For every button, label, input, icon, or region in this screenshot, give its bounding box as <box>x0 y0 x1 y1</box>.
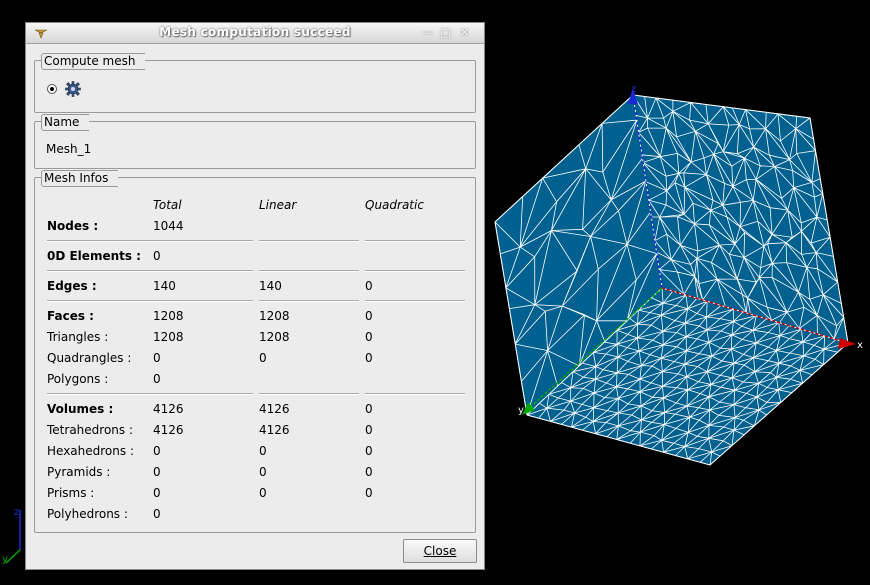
row-value-quadratic: 0 <box>365 465 373 479</box>
row-separator <box>259 270 359 272</box>
mesh-infos-label: Mesh Infos <box>41 170 119 187</box>
column-header-quadratic: Quadratic <box>365 198 424 212</box>
row-value-total: 1208 <box>153 330 184 344</box>
compute-mesh-radio[interactable] <box>47 84 57 94</box>
row-label: Faces : <box>47 309 94 323</box>
row-label: Nodes : <box>47 219 99 233</box>
row-value-total: 4126 <box>153 402 184 416</box>
row-label: Triangles : <box>47 330 109 344</box>
row-value-quadratic: 0 <box>365 486 373 500</box>
row-separator <box>47 270 253 272</box>
maximize-icon[interactable]: □ <box>439 26 452 39</box>
row-label: Hexahedrons : <box>47 444 134 458</box>
row-value-quadratic: 0 <box>365 423 373 437</box>
row-value-linear: 140 <box>259 279 282 293</box>
row-separator <box>365 393 465 395</box>
row-value-quadratic: 0 <box>365 279 373 293</box>
triad-label-y: y <box>2 554 8 565</box>
gear-icon <box>65 81 81 97</box>
row-label: Edges : <box>47 279 97 293</box>
row-value-total: 0 <box>153 249 161 263</box>
dialog-title: Mesh computation succeed <box>159 25 351 39</box>
close-button-label: Close <box>423 544 457 558</box>
row-value-total: 0 <box>153 372 161 386</box>
mesh-infos-group: Mesh Infos Total Linear Quadratic Nodes … <box>34 170 476 533</box>
row-value-total: 1044 <box>153 219 184 233</box>
row-label: Volumes : <box>47 402 114 416</box>
mesh-cube <box>494 94 849 466</box>
row-label: Tetrahedrons : <box>47 423 133 437</box>
row-value-total: 0 <box>153 486 161 500</box>
row-label: Polygons : <box>47 372 109 386</box>
column-header-linear: Linear <box>259 198 297 212</box>
row-separator <box>47 240 253 242</box>
row-value-quadratic: 0 <box>365 309 373 323</box>
row-value-total: 140 <box>153 279 176 293</box>
row-label: Polyhedrons : <box>47 507 128 521</box>
axis-label-x: x <box>857 340 863 351</box>
row-value-linear: 1208 <box>259 330 290 344</box>
row-label: 0D Elements : <box>47 249 141 263</box>
row-value-total: 0 <box>153 351 161 365</box>
row-separator <box>259 393 359 395</box>
row-value-linear: 4126 <box>259 402 290 416</box>
compute-mesh-group: Compute mesh <box>34 53 476 113</box>
name-label: Name <box>41 114 90 131</box>
row-value-linear: 0 <box>259 351 267 365</box>
row-value-total: 0 <box>153 507 161 521</box>
row-value-linear: 0 <box>259 465 267 479</box>
compute-mesh-label: Compute mesh <box>41 53 146 70</box>
row-value-linear: 0 <box>259 444 267 458</box>
row-label: Pyramids : <box>47 465 111 479</box>
row-separator <box>259 300 359 302</box>
row-separator <box>365 270 465 272</box>
row-value-total: 0 <box>153 444 161 458</box>
minimize-icon[interactable]: — <box>421 26 434 39</box>
column-header-total: Total <box>153 198 182 212</box>
row-separator <box>47 393 253 395</box>
row-value-linear: 1208 <box>259 309 290 323</box>
row-separator <box>259 240 359 242</box>
row-value-total: 0 <box>153 465 161 479</box>
row-label: Prisms : <box>47 486 95 500</box>
axis-label-y: y <box>518 405 524 416</box>
row-label: Quadrangles : <box>47 351 132 365</box>
row-value-quadratic: 0 <box>365 351 373 365</box>
row-value-linear: 4126 <box>259 423 290 437</box>
row-value-total: 1208 <box>153 309 184 323</box>
mesh-name-value: Mesh_1 <box>46 142 92 156</box>
title-bar[interactable]: Mesh computation succeed — □ ✕ <box>26 23 484 44</box>
row-value-total: 4126 <box>153 423 184 437</box>
name-group: Name Mesh_1 <box>34 114 476 169</box>
axis-label-z: z <box>631 84 636 95</box>
mesh-computation-dialog: Mesh computation succeed — □ ✕ Compute m… <box>25 22 485 570</box>
row-value-quadratic: 0 <box>365 444 373 458</box>
orientation-triad: z y <box>2 507 21 565</box>
close-button[interactable]: Close <box>403 539 477 563</box>
row-value-quadratic: 0 <box>365 402 373 416</box>
row-value-linear: 0 <box>259 486 267 500</box>
row-separator <box>365 240 465 242</box>
close-icon[interactable]: ✕ <box>458 26 471 39</box>
triad-label-z: z <box>14 507 19 518</box>
row-separator <box>365 300 465 302</box>
row-separator <box>47 300 253 302</box>
row-value-quadratic: 0 <box>365 330 373 344</box>
